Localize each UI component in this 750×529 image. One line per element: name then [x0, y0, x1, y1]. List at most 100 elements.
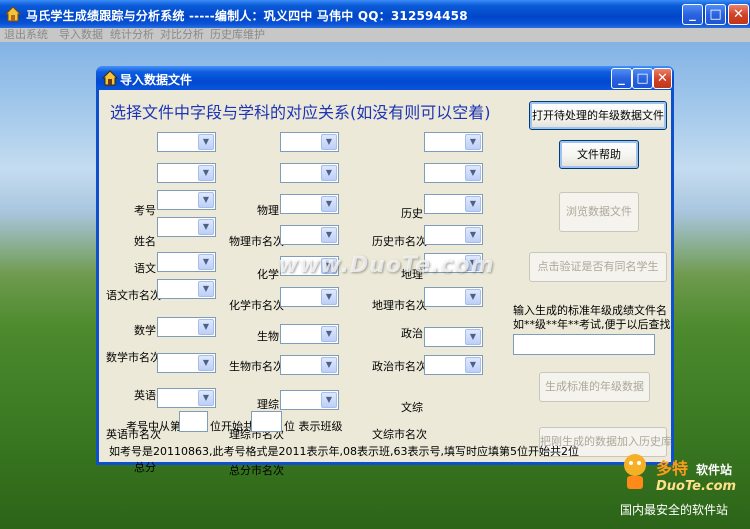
dialog-maximize-button[interactable]: □ [632, 68, 653, 89]
select-liberal-arts-rank[interactable]: ▼ [424, 355, 483, 375]
label-name: 姓名 [134, 235, 156, 248]
label-biology: 生物 [257, 330, 279, 343]
maximize-button[interactable]: □ [705, 4, 726, 25]
class-length-input[interactable] [251, 411, 282, 432]
chevron-down-icon: ▼ [465, 134, 481, 150]
label-liberal-arts: 文综 [401, 401, 423, 414]
select-chinese[interactable]: ▼ [157, 190, 216, 210]
label-total: 总分 [134, 461, 156, 474]
label-geography-rank: 地理市名次 [372, 299, 427, 312]
select-exam-number[interactable]: ▼ [157, 132, 216, 152]
select-math-rank[interactable]: ▼ [157, 279, 216, 299]
select-science[interactable]: ▼ [280, 324, 339, 344]
chevron-down-icon: ▼ [321, 289, 337, 305]
chevron-down-icon: ▼ [198, 254, 214, 270]
logo-mascot-icon [624, 454, 646, 489]
chevron-down-icon: ▼ [465, 165, 481, 181]
chevron-down-icon: ▼ [321, 134, 337, 150]
browse-data-button[interactable]: 浏览数据文件 [559, 192, 639, 232]
dialog-title: 导入数据文件 [120, 73, 193, 87]
app-house-icon [5, 6, 21, 22]
logo-url: DuoTe.com [656, 479, 737, 494]
close-button[interactable]: ✕ [728, 4, 749, 25]
label-english: 英语 [134, 389, 156, 402]
select-biology-rank[interactable]: ▼ [280, 287, 339, 307]
select-math[interactable]: ▼ [157, 252, 216, 272]
select-politics-rank[interactable]: ▼ [424, 287, 483, 307]
menu-exit-system[interactable]: 退出系统 [4, 28, 48, 42]
file-help-button[interactable]: 文件帮助 [559, 140, 639, 169]
class-start-position-input[interactable] [179, 411, 208, 432]
dialog-close-button[interactable]: ✕ [653, 68, 672, 89]
menu-import-data[interactable]: 导入数据 [59, 28, 103, 42]
main-window-title: 马氏学生成绩跟踪与分析系统 -----编制人：巩义四中 马伟中 QQ：31259… [26, 9, 468, 23]
select-history[interactable]: ▼ [424, 132, 483, 152]
chevron-down-icon: ▼ [321, 357, 337, 373]
save-filename-input[interactable] [513, 334, 655, 355]
exam-number-suffix-label: 位 表示班级 [284, 420, 343, 433]
logo-subtitle: 软件站 [696, 463, 733, 477]
select-physics-rank[interactable]: ▼ [280, 163, 339, 183]
label-chinese: 语文 [134, 262, 156, 275]
dialog-titlebar: 导入数据文件 _ □ ✕ [96, 66, 674, 90]
minimize-button[interactable]: _ [682, 4, 703, 25]
label-politics-rank: 政治市名次 [372, 360, 427, 373]
chevron-down-icon: ▼ [321, 326, 337, 342]
select-chemistry-rank[interactable]: ▼ [280, 225, 339, 245]
select-chemistry[interactable]: ▼ [280, 194, 339, 214]
menu-compare[interactable]: 对比分析 [160, 28, 204, 42]
label-physics-rank: 物理市名次 [229, 235, 284, 248]
logo-title: 多特 [656, 459, 689, 478]
select-total[interactable]: ▼ [157, 388, 216, 408]
chevron-down-icon: ▼ [465, 329, 481, 345]
select-physics[interactable]: ▼ [280, 132, 339, 152]
open-file-button[interactable]: 打开待处理的年级数据文件 [529, 101, 667, 130]
label-history: 历史 [401, 207, 423, 220]
select-name[interactable]: ▼ [157, 163, 216, 183]
chevron-down-icon: ▼ [321, 165, 337, 181]
label-chemistry: 化学 [257, 268, 279, 281]
chevron-down-icon: ▼ [321, 196, 337, 212]
verify-duplicate-names-button[interactable]: 点击验证是否有同名学生 [529, 252, 667, 282]
select-english[interactable]: ▼ [157, 317, 216, 337]
logo-slogan: 国内最安全的软件站 [620, 503, 729, 517]
select-science-rank[interactable]: ▼ [280, 355, 339, 375]
site-logo-watermark: 多特 软件站 DuoTe.com 国内最安全的软件站 [612, 449, 747, 525]
chevron-down-icon: ▼ [198, 134, 214, 150]
chevron-down-icon: ▼ [465, 227, 481, 243]
label-chinese-rank: 语文市名次 [106, 289, 161, 302]
main-titlebar: 马氏学生成绩跟踪与分析系统 -----编制人：巩义四中 马伟中 QQ：31259… [0, 0, 750, 28]
select-total-rank[interactable]: ▼ [280, 390, 339, 410]
generate-standard-data-button[interactable]: 生成标准的年级数据 [539, 372, 650, 402]
exam-number-middle-label: 位开始共 [210, 420, 254, 433]
menu-history-db[interactable]: 历史库维护 [210, 28, 265, 42]
label-math: 数学 [134, 324, 156, 337]
chevron-down-icon: ▼ [465, 289, 481, 305]
select-history-rank[interactable]: ▼ [424, 163, 483, 183]
menu-statistics[interactable]: 统计分析 [110, 28, 154, 42]
chevron-down-icon: ▼ [198, 355, 214, 371]
chevron-down-icon: ▼ [198, 319, 214, 335]
label-exam-number: 考号 [134, 204, 156, 217]
exam-number-example-note: 如考号是20110863,此考号格式是2011表示年,08表示班,63表示号,填… [109, 445, 579, 458]
chevron-down-icon: ▼ [198, 281, 214, 297]
select-geography-rank[interactable]: ▼ [424, 225, 483, 245]
select-liberal-arts[interactable]: ▼ [424, 327, 483, 347]
select-geography[interactable]: ▼ [424, 194, 483, 214]
exam-number-prefix-label: 考号中从第 [126, 420, 181, 433]
select-english-rank[interactable]: ▼ [157, 353, 216, 373]
close-icon: ✕ [733, 7, 744, 22]
dialog-minimize-button[interactable]: _ [611, 68, 632, 89]
label-liberal-arts-rank: 文综市名次 [372, 428, 427, 441]
select-chinese-rank[interactable]: ▼ [157, 217, 216, 237]
site-watermark: www.DuoTe.com [278, 253, 495, 278]
chevron-down-icon: ▼ [198, 219, 214, 235]
label-politics: 政治 [401, 327, 423, 340]
chevron-down-icon: ▼ [465, 357, 481, 373]
close-icon: ✕ [657, 71, 668, 86]
maximize-icon: □ [709, 7, 722, 22]
chevron-down-icon: ▼ [321, 227, 337, 243]
label-biology-rank: 生物市名次 [229, 360, 284, 373]
main-menubar: 退出系统 导入数据 统计分析 对比分析 历史库维护 [0, 28, 750, 42]
chevron-down-icon: ▼ [465, 196, 481, 212]
